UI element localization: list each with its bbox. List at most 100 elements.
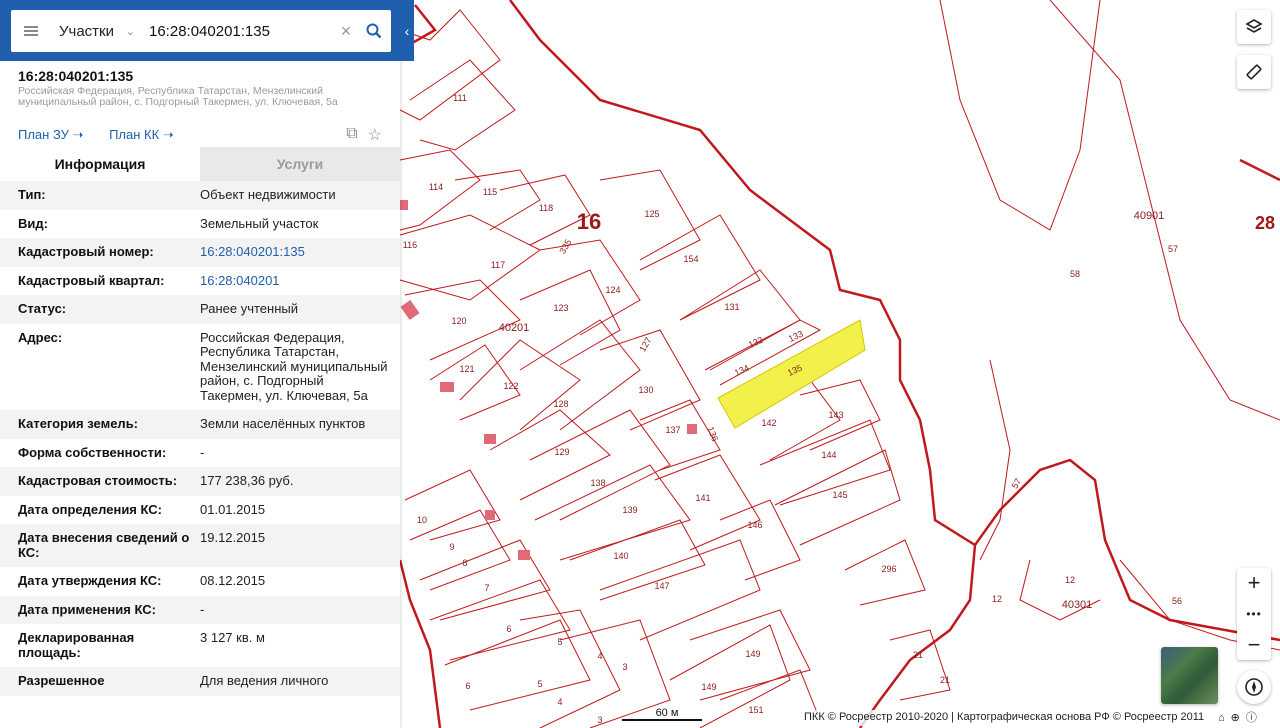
favorite-star-icon[interactable]: ☆	[368, 125, 382, 145]
object-header: 16:28:040201:135 Российская Федерация, Р…	[18, 68, 388, 108]
building-marker	[484, 434, 496, 444]
parcel-outline	[444, 619, 591, 711]
info-row: Дата внесения сведений о КС: 19.12.2015	[0, 524, 400, 567]
info-value: -	[200, 444, 205, 460]
building-marker	[400, 300, 420, 320]
zoom-out-button[interactable]: −	[1237, 630, 1271, 660]
parcel-outline	[454, 169, 541, 231]
zoom-to-object-icon[interactable]: ⧉	[346, 125, 357, 145]
compass-icon[interactable]	[1237, 670, 1271, 704]
info-key: Декларированная площадь:	[18, 630, 135, 660]
info-value: 3 127 кв. м	[200, 630, 265, 645]
tab-information[interactable]: Информация	[0, 147, 200, 181]
building-marker	[518, 550, 530, 560]
info-panel: 16:28:040201:135 Российская Федерация, Р…	[0, 0, 400, 728]
parcel-outline	[939, 0, 1101, 231]
parcel-outline	[889, 629, 951, 701]
plan-zu-label: План ЗУ	[18, 127, 69, 142]
info-value[interactable]: 16:28:040201	[200, 273, 400, 289]
parcel-label: 120	[451, 316, 466, 326]
parcel-label: 56	[1172, 596, 1182, 606]
info-key: Категория земель:	[18, 416, 139, 431]
parcel-label: 145	[832, 490, 847, 500]
block-boundary	[509, 0, 1280, 642]
info-row: Дата утверждения КС: 08.12.2015	[0, 567, 400, 596]
parcel-label: 4	[597, 651, 602, 661]
parcel-label: 8	[462, 558, 467, 568]
block-boundary	[398, 559, 442, 728]
info-value: 01.01.2015	[200, 501, 266, 517]
info-row: Тип: Объект недвижимости	[0, 181, 400, 210]
parcel-label: 3	[597, 715, 602, 725]
info-value: Объект недвижимости	[200, 187, 336, 202]
parcel-label: 57	[1168, 244, 1178, 254]
ruler-icon[interactable]	[1237, 55, 1271, 89]
parcel-label: 116	[403, 240, 417, 250]
object-address: Российская Федерация, Республика Татарст…	[18, 85, 338, 108]
parcel-label: 5	[557, 637, 562, 647]
info-row: Категория земель: Земли населённых пункто…	[0, 410, 400, 439]
more-options-button[interactable]: •••	[1237, 598, 1271, 630]
locate-icon[interactable]: ⊕	[1231, 712, 1246, 724]
building-marker	[485, 510, 495, 520]
parcel-label: 21	[913, 650, 923, 660]
parcel-outline	[399, 9, 501, 121]
info-icon[interactable]: ⓘ	[1246, 712, 1263, 724]
attribution-icons: ⌂⊕ⓘ	[1218, 709, 1263, 725]
parcel-outline	[404, 469, 501, 541]
info-row: Кадастровая стоимость: 177 238,36 руб.	[0, 467, 400, 496]
parcel-label: 133	[787, 329, 805, 344]
building-marker	[440, 382, 454, 392]
parcel-label: 128	[553, 399, 568, 409]
building-marker	[687, 424, 697, 434]
block-boundary	[1239, 158, 1280, 182]
info-row: Кадастровый номер: 16:28:040201:135	[0, 238, 400, 267]
parcel-label: 123	[553, 303, 568, 313]
parcel-label: 138	[590, 478, 605, 488]
basemap-switch-thumbnail[interactable]	[1161, 647, 1218, 704]
zone-label: 28	[1255, 213, 1275, 233]
parcel-label: 115	[483, 187, 497, 197]
building-marker	[400, 200, 408, 210]
parcel-label: 147	[654, 581, 669, 591]
layer-select-value: Участки	[59, 22, 114, 40]
plan-zu-link[interactable]: План ЗУ ➝	[18, 127, 83, 142]
parcel-label: 141	[695, 493, 710, 503]
plan-kk-link[interactable]: План КК ➝	[109, 127, 174, 142]
info-key: Вид:	[18, 215, 48, 231]
parcel-label: 6	[506, 624, 511, 634]
layers-icon[interactable]	[1237, 10, 1271, 44]
parcel-label: 9	[449, 542, 454, 552]
parcel-label: 149	[701, 682, 716, 692]
parcel-label: 139	[622, 505, 637, 515]
parcel-label: 137	[665, 425, 680, 435]
parcel-outline	[534, 464, 691, 561]
parcel-label: 296	[881, 564, 896, 574]
hamburger-menu-icon[interactable]	[11, 10, 51, 52]
collapse-panel-chevron-icon[interactable]: ‹	[400, 10, 414, 52]
parcel-label: 154	[683, 254, 698, 264]
parcel-label: 132	[747, 335, 765, 350]
info-key: Кадастровая стоимость:	[18, 473, 178, 488]
info-row: Дата определения КС: 01.01.2015	[0, 496, 400, 525]
zoom-in-button[interactable]: +	[1237, 568, 1271, 598]
search-input[interactable]: 16:28:040201:135	[141, 23, 335, 40]
info-value: 19.12.2015	[200, 530, 266, 545]
parcel-label: 21	[940, 675, 950, 685]
layer-select[interactable]: Участки ⌄	[51, 23, 141, 40]
object-actions: ⧉ ☆	[346, 125, 382, 145]
object-title: 16:28:040201:135	[18, 68, 134, 84]
parcel-outline	[519, 609, 621, 728]
info-value: Российская Федерация, Республика Татарст…	[200, 329, 388, 403]
parcel-label: 58	[1070, 269, 1080, 279]
info-key: Форма собственности:	[18, 444, 167, 460]
app-root: 111 114 115 116 117 118 335 120 121 122 123 124 125 1…	[0, 0, 1280, 728]
home-icon[interactable]: ⌂	[1218, 712, 1231, 724]
parcel-label: 335	[557, 237, 573, 255]
parcel-label: 134	[733, 363, 751, 378]
search-icon[interactable]	[357, 10, 391, 52]
info-value[interactable]: 16:28:040201:135	[200, 244, 400, 260]
info-key: Статус:	[18, 301, 67, 316]
tab-services[interactable]: Услуги	[200, 147, 400, 181]
clear-icon[interactable]: ×	[335, 21, 357, 42]
